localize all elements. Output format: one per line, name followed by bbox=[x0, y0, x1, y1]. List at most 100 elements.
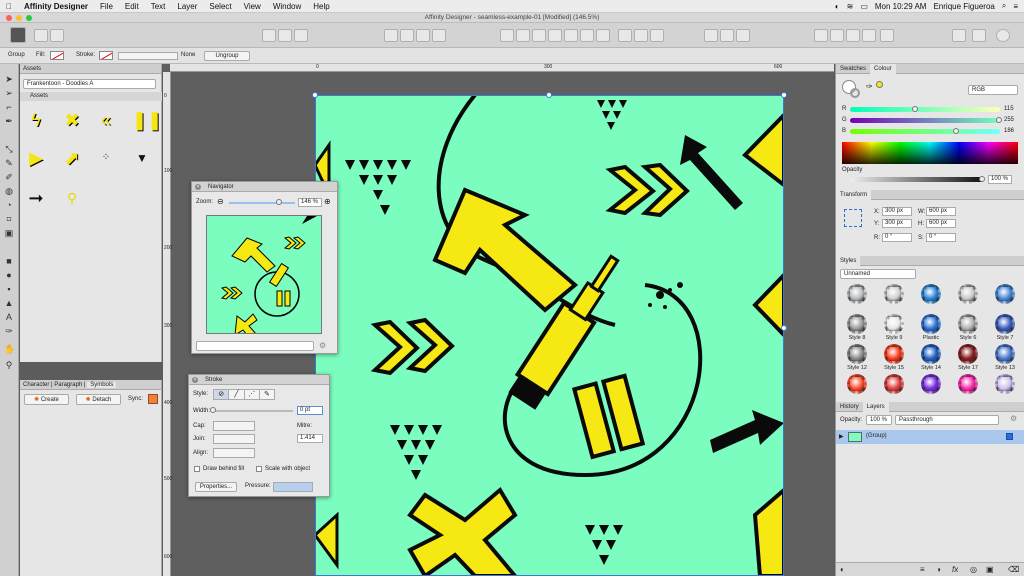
asset-bolt[interactable]: ϟ bbox=[26, 108, 46, 132]
zoom-icon[interactable] bbox=[278, 29, 292, 42]
ruler-left[interactable]: 0 100 200 300 400 500 600 bbox=[163, 72, 172, 576]
pen-tool-icon[interactable]: ✒ bbox=[4, 116, 14, 126]
close-icon[interactable]: × bbox=[195, 184, 201, 190]
add-layer-icon[interactable]: ▣ bbox=[986, 565, 994, 574]
y-value[interactable]: 300 px bbox=[882, 219, 912, 228]
align-middle-icon[interactable] bbox=[564, 29, 578, 42]
expand-chevron-icon[interactable]: ▶ bbox=[839, 433, 844, 440]
export-persona-icon[interactable] bbox=[50, 29, 64, 42]
asset-pause[interactable]: ❚❚ bbox=[132, 108, 162, 132]
colour-spectrum[interactable] bbox=[842, 142, 1018, 164]
snapping-icon[interactable] bbox=[294, 29, 308, 42]
snapping-toggle-icon[interactable] bbox=[704, 29, 718, 42]
order-front-icon[interactable] bbox=[416, 29, 430, 42]
wifi-icon[interactable]: ≋ bbox=[847, 2, 854, 11]
eyedropper-icon[interactable]: ✑ bbox=[866, 82, 873, 91]
menu-select[interactable]: Select bbox=[203, 2, 237, 11]
menu-window[interactable]: Window bbox=[267, 2, 307, 11]
zoom-out-icon[interactable]: ⊖ bbox=[217, 197, 224, 206]
create-symbol-button[interactable]: ✺ Create bbox=[24, 394, 69, 405]
zoom-value[interactable]: 146 % bbox=[298, 198, 322, 207]
place-image-icon[interactable]: ▣ bbox=[4, 228, 14, 238]
opacity-slider[interactable] bbox=[850, 177, 984, 182]
behind-fill-checkbox[interactable] bbox=[194, 466, 200, 472]
fill-swatch[interactable] bbox=[50, 51, 64, 60]
close-window-button[interactable] bbox=[6, 15, 12, 21]
shear-value[interactable]: 0 ° bbox=[926, 233, 956, 242]
stroke-header[interactable]: × Stroke bbox=[189, 375, 329, 385]
zoom-window-button[interactable] bbox=[26, 15, 32, 21]
boolean-add-icon[interactable] bbox=[814, 29, 828, 42]
align-right-icon[interactable] bbox=[532, 29, 546, 42]
asset-dots[interactable]: ⁘ bbox=[96, 146, 116, 170]
order-back-icon[interactable] bbox=[384, 29, 398, 42]
assets-tab[interactable]: Assets bbox=[20, 64, 161, 74]
artboard[interactable] bbox=[315, 95, 784, 576]
opacity-knob[interactable] bbox=[979, 176, 985, 182]
crop-tool-icon[interactable]: ⌗ bbox=[4, 214, 14, 224]
tab-swatches[interactable]: Swatches bbox=[836, 64, 870, 74]
ungroup-button[interactable]: Ungroup bbox=[204, 51, 250, 61]
triangle-tool-icon[interactable]: ▲ bbox=[4, 298, 14, 308]
delete-layer-icon[interactable]: ⌫ bbox=[1008, 565, 1019, 574]
menu-file[interactable]: File bbox=[94, 2, 119, 11]
menu-edit[interactable]: Edit bbox=[119, 2, 145, 11]
asset-arrow[interactable]: ⬈ bbox=[62, 146, 82, 170]
view-mode-icon[interactable] bbox=[262, 29, 276, 42]
rotate-icon[interactable] bbox=[650, 29, 664, 42]
b-knob[interactable] bbox=[953, 128, 959, 134]
asset-triangles[interactable]: ▼ bbox=[132, 146, 152, 170]
colour-mode-select[interactable]: RGB bbox=[968, 85, 1018, 95]
ruler-top[interactable]: 0 300 600 bbox=[170, 64, 834, 72]
artwork[interactable] bbox=[315, 95, 784, 576]
asset-jack[interactable]: ⚲ bbox=[62, 186, 82, 210]
menu-text[interactable]: Text bbox=[145, 2, 172, 11]
dash-line-icon[interactable]: ⋰ bbox=[245, 390, 260, 399]
eyedropper-icon[interactable]: ✑ bbox=[4, 326, 14, 336]
width-value[interactable]: 0 pt bbox=[297, 406, 323, 415]
account-icon[interactable] bbox=[996, 29, 1010, 42]
asset-play[interactable]: ▶ bbox=[26, 146, 46, 170]
scale-object-checkbox[interactable] bbox=[256, 466, 262, 472]
layer-row[interactable]: ▶ (Group) bbox=[836, 430, 1024, 444]
tab-character[interactable]: Character bbox=[23, 382, 49, 388]
spotlight-icon[interactable]: ⌕ bbox=[1002, 1, 1006, 11]
persona-icon[interactable] bbox=[10, 27, 26, 43]
layer-settings-icon[interactable]: ⚙ bbox=[1010, 414, 1017, 423]
properties-button[interactable]: Properties... bbox=[195, 482, 237, 492]
pressure-curve[interactable] bbox=[273, 482, 313, 492]
battery-icon[interactable]: ▭ bbox=[860, 2, 868, 11]
b-value[interactable]: 186 bbox=[1004, 128, 1014, 134]
zoom-slider-knob[interactable] bbox=[276, 199, 282, 205]
handle-mr[interactable] bbox=[781, 325, 787, 331]
detach-symbol-button[interactable]: ✺ Detach bbox=[76, 394, 121, 405]
asset-x[interactable]: ✖ bbox=[62, 108, 82, 132]
apple-icon[interactable]:  bbox=[0, 2, 18, 11]
close-icon[interactable]: × bbox=[192, 377, 198, 383]
zoom-in-icon[interactable]: ⊕ bbox=[324, 197, 331, 206]
menu-help[interactable]: Help bbox=[307, 2, 335, 11]
tab-symbols[interactable]: Symbols bbox=[87, 382, 117, 388]
asset-black-arrow[interactable]: ➞ bbox=[26, 186, 46, 210]
join-options[interactable] bbox=[213, 434, 255, 444]
transparency-tool-icon[interactable]: ◔ bbox=[4, 200, 14, 210]
x-value[interactable]: 300 px bbox=[882, 207, 912, 216]
hand-tool-icon[interactable]: ✋ bbox=[4, 344, 15, 354]
fx-icon[interactable]: fx bbox=[952, 565, 958, 574]
flip-h-icon[interactable] bbox=[618, 29, 632, 42]
order-top-icon[interactable] bbox=[432, 29, 446, 42]
minimize-window-button[interactable] bbox=[16, 15, 22, 21]
point-transform-icon[interactable]: ⤡ bbox=[4, 144, 14, 154]
blend-mode-select[interactable]: Passthrough bbox=[895, 415, 999, 425]
solid-line-icon[interactable]: ╱ bbox=[229, 390, 245, 399]
w-value[interactable]: 600 px bbox=[926, 207, 956, 216]
sync-toggle[interactable] bbox=[148, 394, 158, 404]
asset-subcategory[interactable]: Assets bbox=[20, 92, 162, 101]
navigator-preview[interactable] bbox=[206, 215, 322, 334]
chat-icon[interactable] bbox=[952, 29, 966, 42]
order-forward-icon[interactable] bbox=[400, 29, 414, 42]
menu-view[interactable]: View bbox=[238, 2, 267, 11]
text-tool-icon[interactable]: A bbox=[4, 312, 14, 322]
r-knob[interactable] bbox=[912, 106, 918, 112]
tab-paragraph[interactable]: Paragraph bbox=[54, 382, 82, 388]
